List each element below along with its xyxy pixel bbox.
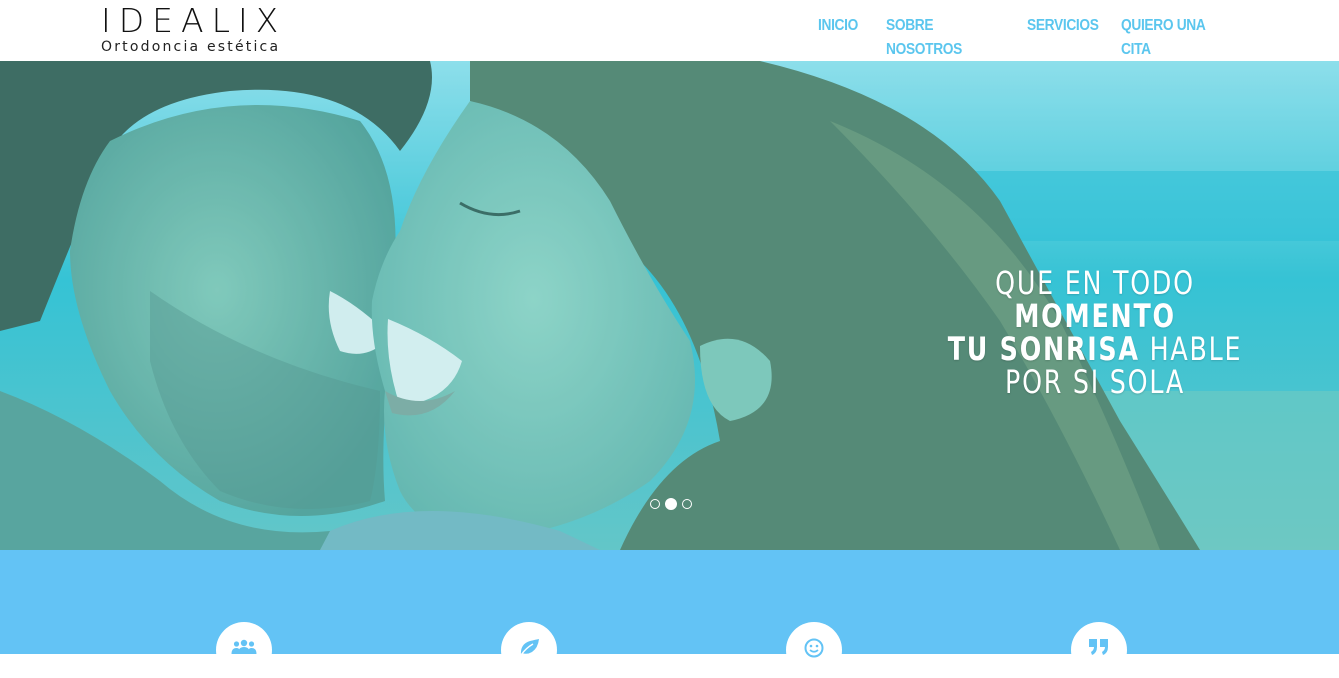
nav-item-servicios[interactable]: SERVICIOS	[1027, 14, 1099, 62]
feature-users[interactable]	[216, 622, 272, 678]
hero-line-1: QUE EN TODO MOMENTO	[928, 267, 1262, 333]
nav-item-sobre-nosotros[interactable]: SOBRE NOSOTROS	[886, 14, 981, 62]
logo[interactable]: IDEALIX	[101, 2, 286, 40]
slider-dot-3[interactable]	[682, 499, 692, 509]
feature-smile[interactable]	[786, 622, 842, 678]
smile-icon	[804, 638, 824, 658]
tagline: Ortodoncia estética	[101, 39, 281, 55]
hero-line-3-light: POR SI SOLA	[1005, 363, 1185, 401]
slider-dot-1[interactable]	[650, 499, 660, 509]
features-band	[0, 550, 1339, 678]
main-nav: INICIO SOBRE NOSOTROS SERVICIOS QUIERO U…	[818, 14, 1226, 62]
hero-line-3: POR SI SOLA	[928, 366, 1262, 399]
leaf-icon	[520, 639, 539, 656]
site-header: IDEALIX Ortodoncia estética INICIO SOBRE…	[0, 0, 1339, 61]
hero-line-2: TU SONRISA HABLE	[928, 333, 1262, 366]
nav-item-inicio[interactable]: INICIO	[818, 14, 858, 62]
quote-icon	[1089, 639, 1108, 655]
nav-item-quiero-una-cita[interactable]: QUIERO UNA CITA	[1121, 14, 1211, 62]
hero-tagline: QUE EN TODO MOMENTO TU SONRISA HABLE POR…	[905, 267, 1285, 399]
slider-dot-2[interactable]	[665, 498, 677, 510]
slider-dots	[650, 498, 692, 510]
feature-quote[interactable]	[1071, 622, 1127, 678]
brand[interactable]: IDEALIX Ortodoncia estética	[101, 2, 286, 56]
users-icon	[231, 639, 257, 654]
feature-leaf[interactable]	[501, 622, 557, 678]
hero-slider: QUE EN TODO MOMENTO TU SONRISA HABLE POR…	[0, 61, 1339, 550]
